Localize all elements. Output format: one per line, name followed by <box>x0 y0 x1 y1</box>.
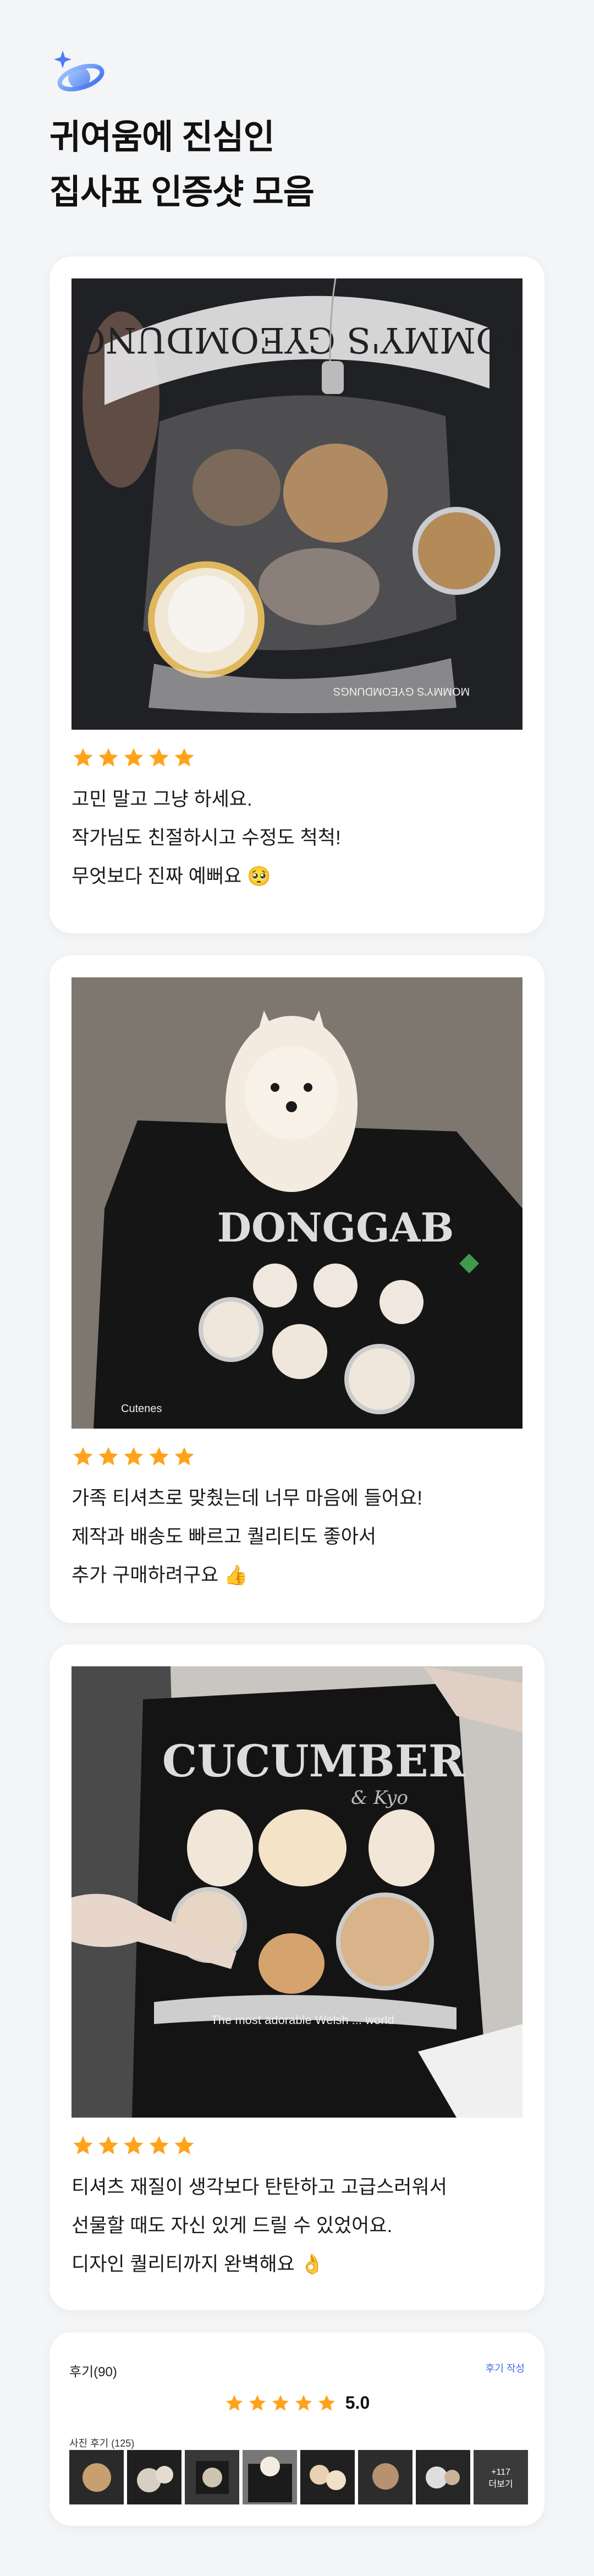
star-icon <box>318 2394 335 2410</box>
more-label: 더보기 <box>488 2480 513 2489</box>
more-count: +117 <box>491 2468 510 2477</box>
star-icon <box>98 1447 118 1465</box>
star-icon <box>295 2394 312 2410</box>
review-line: 무엇보다 진짜 예뻐요 🥺 <box>72 866 271 887</box>
review-card[interactable]: CUCUMBER & Kyo The most adorable Welsh .… <box>50 1644 544 2310</box>
photo-thumbnails: +117 더보기 <box>69 2450 528 2504</box>
more-photos-button[interactable]: +117 더보기 <box>474 2450 528 2504</box>
title-line-1: 귀여움에 진심인 <box>50 118 275 156</box>
average-score: 5.0 <box>345 2393 370 2413</box>
thumbnail[interactable] <box>358 2450 413 2504</box>
review-photo[interactable]: DONGGAB Cutenes <box>72 977 522 1429</box>
star-icon <box>226 2394 243 2410</box>
summary-stars <box>224 2393 337 2413</box>
review-text: 고민 말고 그냥 하세요. 작가님도 친절하시고 수정도 척척! 무엇보다 진짜… <box>72 780 341 896</box>
photo-review-label: 사진 후기 (125) <box>69 2438 135 2449</box>
star-icon <box>174 2136 194 2154</box>
star-icon <box>124 748 144 767</box>
star-icon <box>149 2136 169 2154</box>
review-line: 추가 구매하려구요 👍 <box>72 1565 248 1586</box>
star-icon <box>174 1447 194 1465</box>
review-text: 가족 티셔츠로 맞췄는데 너무 마음에 들어요! 제작과 배송도 빠르고 퀄리티… <box>72 1479 422 1595</box>
shirt-title: DONGGAB <box>217 1204 454 1251</box>
shirt-footer: MOMMY'S GYEOMDUNGS <box>333 685 470 697</box>
shirt-footer: Cutenes <box>121 1403 162 1415</box>
thumbnail[interactable] <box>243 2450 297 2504</box>
thumbnail[interactable] <box>416 2450 470 2504</box>
thumbnail[interactable] <box>69 2450 124 2504</box>
review-line: 티셔츠 재질이 생각보다 탄탄하고 고급스러워서 <box>72 2176 447 2198</box>
rating-stars <box>72 2134 196 2157</box>
star-icon <box>73 1447 93 1465</box>
review-line: 가족 티셔츠로 맞췄는데 너무 마음에 들어요! <box>72 1487 422 1509</box>
shirt-footer: The most adorable Welsh ... world <box>211 2013 394 2027</box>
star-icon <box>149 748 169 767</box>
review-summary-card: 후기(90) 후기 작성 5.0 사진 후기 (125) +117 더보기 <box>50 2332 544 2526</box>
shirt-title: CUCUMBER <box>162 1735 465 1787</box>
review-photo[interactable]: MOMMY'S GYEOMDUNGS MOMMY'S GYEOMDUNGS <box>72 278 522 730</box>
shirt-title: MOMMY'S GYEOMDUNGS <box>72 319 522 360</box>
review-line: 고민 말고 그냥 하세요. <box>72 789 252 810</box>
star-icon <box>174 748 194 767</box>
thumbnail[interactable] <box>185 2450 239 2504</box>
page: 귀여움에 진심인 집사표 인증샷 모음 MOMMY'S GYEOMDUNGS M… <box>0 0 594 2576</box>
write-review-link[interactable]: 후기 작성 <box>486 2361 525 2375</box>
star-icon <box>73 748 93 767</box>
dog-tshirt-image: DONGGAB Cutenes <box>72 977 522 1429</box>
review-line: 제작과 배송도 빠르고 퀄리티도 좋아서 <box>72 1526 377 1547</box>
review-count-label: 후기(90) <box>69 2365 117 2380</box>
review-card[interactable]: DONGGAB Cutenes 가족 티셔츠로 맞췄는데 너무 마음에 들어요!… <box>50 955 544 1623</box>
star-icon <box>98 748 118 767</box>
page-title: 귀여움에 진심인 집사표 인증샷 모음 <box>50 110 315 220</box>
review-line: 디자인 퀄리티까지 완벽해요 👌 <box>72 2254 324 2275</box>
thumbnail[interactable] <box>127 2450 182 2504</box>
star-icon <box>73 2136 93 2154</box>
title-line-2: 집사표 인증샷 모음 <box>50 173 315 211</box>
review-card[interactable]: MOMMY'S GYEOMDUNGS MOMMY'S GYEOMDUNGS 고민… <box>50 256 544 933</box>
review-text: 티셔츠 재질이 생각보다 탄탄하고 고급스러워서 선물할 때도 자신 있게 드릴… <box>72 2168 447 2284</box>
star-icon <box>98 2136 118 2154</box>
average-rating: 5.0 <box>50 2393 544 2413</box>
shirt-sub: & Kyo <box>351 1787 408 1809</box>
thumbnail[interactable] <box>300 2450 355 2504</box>
star-icon <box>249 2394 266 2410</box>
review-line: 선물할 때도 자신 있게 드릴 수 있었어요. <box>72 2215 393 2236</box>
star-icon <box>124 1447 144 1465</box>
sparkle-ring-icon <box>54 51 105 92</box>
star-icon <box>272 2394 289 2410</box>
star-icon <box>149 1447 169 1465</box>
review-line: 작가님도 친절하시고 수정도 척척! <box>72 827 341 849</box>
star-icon <box>124 2136 144 2154</box>
rating-stars <box>72 746 196 769</box>
cat-tshirt-image: MOMMY'S GYEOMDUNGS MOMMY'S GYEOMDUNGS <box>72 278 522 730</box>
rating-stars <box>72 1445 196 1468</box>
corgi-tshirt-image: CUCUMBER & Kyo The most adorable Welsh .… <box>72 1666 522 2118</box>
review-photo[interactable]: CUCUMBER & Kyo The most adorable Welsh .… <box>72 1666 522 2118</box>
